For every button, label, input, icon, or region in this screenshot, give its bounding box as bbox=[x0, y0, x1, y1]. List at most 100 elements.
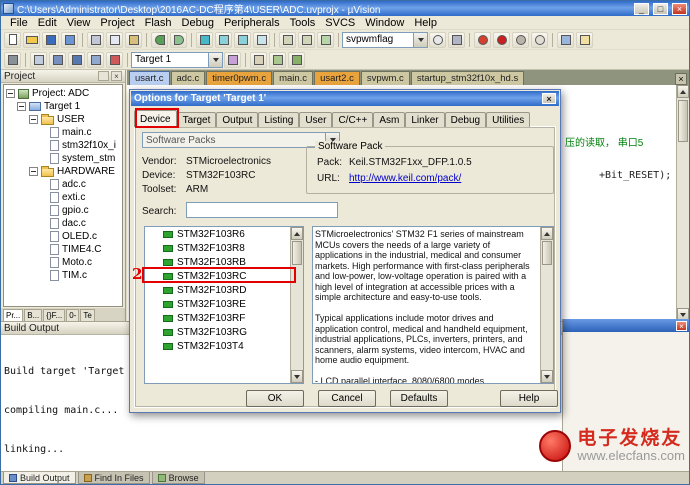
dialog-tab-utilities[interactable]: Utilities bbox=[486, 112, 531, 127]
indent-icon[interactable] bbox=[279, 31, 296, 48]
kill-breakpoints-icon[interactable] bbox=[531, 31, 548, 48]
menu-view[interactable]: View bbox=[62, 17, 96, 29]
dialog-close-icon[interactable]: × bbox=[542, 93, 556, 104]
menu-peripherals[interactable]: Peripherals bbox=[219, 17, 285, 29]
tree-item-file[interactable]: exti.c bbox=[4, 191, 122, 204]
close-icon[interactable]: × bbox=[111, 71, 122, 81]
open-folder-icon[interactable] bbox=[23, 31, 40, 48]
build-icon[interactable] bbox=[49, 51, 66, 68]
options-for-target-icon[interactable] bbox=[224, 51, 241, 68]
dialog-tab-debug[interactable]: Debug bbox=[444, 112, 487, 127]
chevron-down-icon[interactable] bbox=[208, 52, 222, 67]
editor-tab-usart2[interactable]: usart2.c bbox=[314, 71, 360, 85]
scroll-down-icon[interactable] bbox=[541, 370, 553, 383]
menu-window[interactable]: Window bbox=[360, 17, 409, 29]
tree-item-file[interactable]: adc.c bbox=[4, 178, 122, 191]
tree-item-file[interactable]: dac.c bbox=[4, 217, 122, 230]
tree-item-file[interactable]: main.c bbox=[4, 126, 122, 139]
collapse-icon[interactable] bbox=[6, 89, 15, 98]
menu-help[interactable]: Help bbox=[409, 17, 442, 29]
tab-templates[interactable]: 0- bbox=[66, 309, 80, 321]
tree-item-file[interactable]: system_stm bbox=[4, 152, 122, 165]
description-scrollbar[interactable] bbox=[540, 227, 553, 383]
maximize-icon[interactable]: □ bbox=[653, 2, 668, 15]
scrollbar-thumb[interactable] bbox=[542, 241, 552, 265]
chevron-down-icon[interactable] bbox=[413, 32, 427, 47]
editor-tab-adc[interactable]: adc.c bbox=[170, 71, 206, 85]
menu-file[interactable]: File bbox=[5, 17, 33, 29]
scrollbar-thumb[interactable] bbox=[678, 100, 688, 142]
save-all-icon[interactable] bbox=[61, 31, 78, 48]
editor-tab-svpwm[interactable]: svpwm.c bbox=[360, 71, 410, 85]
collapse-icon[interactable] bbox=[29, 115, 38, 124]
cancel-button[interactable]: Cancel bbox=[318, 390, 376, 407]
menu-edit[interactable]: Edit bbox=[33, 17, 62, 29]
download-icon[interactable] bbox=[4, 51, 21, 68]
device-list-item[interactable]: STM32F103R6 bbox=[145, 227, 303, 241]
redo-icon[interactable] bbox=[170, 31, 187, 48]
editor-tab-startup[interactable]: startup_stm32f10x_hd.s bbox=[410, 71, 525, 85]
dialog-tab-output[interactable]: Output bbox=[216, 112, 259, 127]
tab-books[interactable]: B... bbox=[24, 309, 43, 321]
collapse-icon[interactable] bbox=[17, 102, 26, 111]
editor-scrollbar[interactable] bbox=[676, 85, 689, 321]
prev-bookmark-icon[interactable] bbox=[215, 31, 232, 48]
batch-build-icon[interactable] bbox=[87, 51, 104, 68]
windows-icon[interactable] bbox=[557, 31, 574, 48]
tree-item-file[interactable]: Moto.c bbox=[4, 256, 122, 269]
dialog-tab-asm[interactable]: Asm bbox=[373, 112, 406, 127]
scroll-up-icon[interactable] bbox=[677, 85, 689, 98]
menu-debug[interactable]: Debug bbox=[177, 17, 219, 29]
tree-item-group-user[interactable]: USER bbox=[4, 113, 122, 126]
help-button[interactable]: Help bbox=[500, 390, 558, 407]
manage-components-icon[interactable] bbox=[269, 51, 286, 68]
device-search-input[interactable] bbox=[186, 202, 338, 218]
tab-registers[interactable]: Te bbox=[80, 309, 95, 321]
statusbar-tab-find-in-files[interactable]: Find In Files bbox=[77, 472, 150, 484]
tree-item-file[interactable]: OLED.c bbox=[4, 230, 122, 243]
device-list-item-selected[interactable]: STM32F103RC bbox=[145, 269, 303, 283]
statusbar-tab-browse[interactable]: Browse bbox=[151, 472, 205, 484]
editor-tab-main[interactable]: main.c bbox=[273, 71, 314, 85]
tree-item-file[interactable]: stm32f10x_i bbox=[4, 139, 122, 152]
bookmark-icon[interactable] bbox=[196, 31, 213, 48]
scrollbar-thumb[interactable] bbox=[292, 241, 302, 265]
cut-icon[interactable] bbox=[87, 31, 104, 48]
device-list-item[interactable]: STM32F103RD bbox=[145, 283, 303, 297]
pin-icon[interactable] bbox=[98, 71, 109, 81]
undo-icon[interactable] bbox=[151, 31, 168, 48]
defaults-button[interactable]: Defaults bbox=[390, 390, 448, 407]
device-list-item[interactable]: STM32F103R8 bbox=[145, 241, 303, 255]
rebuild-icon[interactable] bbox=[68, 51, 85, 68]
collapse-icon[interactable] bbox=[29, 167, 38, 176]
tree-item-file[interactable]: TIME4.C bbox=[4, 243, 122, 256]
scroll-up-icon[interactable] bbox=[291, 227, 303, 240]
device-list-item[interactable]: STM32F103RG bbox=[145, 325, 303, 339]
find-combobox[interactable]: svpwmflag bbox=[342, 31, 428, 48]
outdent-icon[interactable] bbox=[298, 31, 315, 48]
copy-icon[interactable] bbox=[106, 31, 123, 48]
close-icon[interactable]: × bbox=[676, 320, 687, 331]
device-list-item[interactable]: STM32F103RE bbox=[145, 297, 303, 311]
tab-project[interactable]: Pr... bbox=[3, 309, 24, 321]
dialog-tab-linker[interactable]: Linker bbox=[405, 112, 445, 127]
menu-project[interactable]: Project bbox=[95, 17, 139, 29]
comment-icon[interactable] bbox=[317, 31, 334, 48]
tab-functions[interactable]: {}F... bbox=[43, 309, 66, 321]
minimize-icon[interactable]: _ bbox=[634, 2, 649, 15]
device-list-item[interactable]: STM32F103RB bbox=[145, 255, 303, 269]
menu-svcs[interactable]: SVCS bbox=[320, 17, 360, 29]
dialog-tab-listing[interactable]: Listing bbox=[258, 112, 300, 127]
device-list-scrollbar[interactable] bbox=[290, 227, 303, 383]
scroll-up-icon[interactable] bbox=[541, 227, 553, 240]
next-bookmark-icon[interactable] bbox=[234, 31, 251, 48]
clear-bookmarks-icon[interactable] bbox=[253, 31, 270, 48]
scroll-down-icon[interactable] bbox=[291, 370, 303, 383]
dialog-tab-device[interactable]: Device bbox=[134, 110, 177, 127]
dialog-tab-user[interactable]: User bbox=[299, 112, 333, 127]
pack-installer-icon[interactable] bbox=[288, 51, 305, 68]
editor-tab-usart[interactable]: usart.c bbox=[129, 71, 170, 85]
insert-breakpoint-icon[interactable] bbox=[493, 31, 510, 48]
tree-item-file[interactable]: gpio.c bbox=[4, 204, 122, 217]
close-document-icon[interactable]: × bbox=[675, 73, 687, 85]
